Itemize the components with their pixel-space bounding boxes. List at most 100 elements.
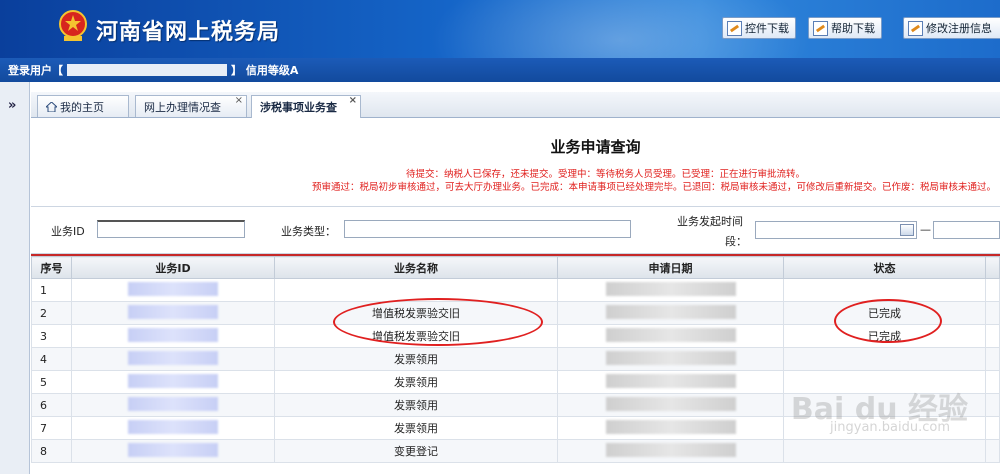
- user-info-bar: 登录用户【 】 信用等级A: [0, 58, 1000, 82]
- col-business-id[interactable]: 业务ID: [71, 256, 275, 279]
- row-business-name[interactable]: 发票领用: [274, 347, 558, 371]
- row-apply-date: [557, 393, 784, 417]
- calendar-icon[interactable]: [900, 224, 914, 236]
- redacted-id: [128, 442, 218, 457]
- row-business-name[interactable]: [274, 278, 558, 302]
- time-range-label: 业务发起时间: [677, 215, 743, 228]
- redacted-id: [128, 327, 218, 342]
- row-apply-date: [557, 347, 784, 371]
- row-extra: [985, 301, 1000, 325]
- row-apply-date: [557, 416, 784, 440]
- row-seq: 6: [31, 393, 72, 417]
- table-row[interactable]: 2 增值税发票验交旧 已完成: [31, 301, 1000, 325]
- redacted-id: [128, 396, 218, 411]
- table-row[interactable]: 1: [31, 278, 1000, 302]
- business-type-label: 业务类型：: [281, 225, 336, 238]
- row-business-name[interactable]: 增值税发票验交旧: [274, 324, 558, 348]
- close-icon[interactable]: ×: [349, 95, 357, 106]
- business-id-input[interactable]: [97, 220, 245, 238]
- tab-online-status[interactable]: 网上办理情况查 ×: [135, 95, 247, 117]
- row-business-name[interactable]: 发票领用: [274, 370, 558, 394]
- redacted-date: [605, 442, 736, 457]
- table-row[interactable]: 3 增值税发票验交旧 已完成: [31, 324, 1000, 348]
- row-status: [783, 347, 986, 371]
- redacted-date: [605, 396, 736, 411]
- row-business-id: [71, 278, 275, 302]
- col-seq[interactable]: 序号: [31, 256, 72, 279]
- login-user-prefix: 登录用户【: [8, 64, 63, 77]
- col-business-name[interactable]: 业务名称: [274, 256, 558, 279]
- table-row[interactable]: 8 变更登记: [31, 439, 1000, 463]
- row-seq: 7: [31, 416, 72, 440]
- row-business-id: [71, 393, 275, 417]
- col-extra: [985, 256, 1000, 279]
- row-seq: 2: [31, 301, 72, 325]
- row-seq: 4: [31, 347, 72, 371]
- redacted-id: [128, 350, 218, 365]
- site-header: 河南省网上税务局 控件下载 帮助下载 修改注册信息: [0, 0, 1000, 58]
- row-business-id: [71, 347, 275, 371]
- redacted-id: [128, 304, 218, 319]
- tab-home[interactable]: 我的主页: [37, 95, 129, 117]
- expand-sidebar-icon[interactable]: »: [8, 98, 16, 113]
- status-legend-line-1: 待提交：纳税人已保存，还未提交。受理中：等待税务人员受理。已受理：正在进行审批流…: [405, 169, 805, 180]
- redacted-id: [128, 281, 218, 296]
- row-apply-date: [557, 370, 784, 394]
- row-business-name[interactable]: 发票领用: [274, 393, 558, 417]
- row-status: [783, 278, 986, 302]
- page-title: 业务申请查询: [550, 138, 641, 156]
- row-apply-date: [557, 324, 784, 348]
- row-extra: [985, 347, 1000, 371]
- end-date-input[interactable]: [933, 221, 1000, 239]
- row-seq: 5: [31, 370, 72, 394]
- col-apply-date[interactable]: 申请日期: [557, 256, 784, 279]
- row-business-id: [71, 416, 275, 440]
- redacted-date: [605, 327, 736, 342]
- search-panel: 业务ID 业务类型： 业务发起时间 段： —: [31, 206, 1000, 254]
- baidu-watermark-url: jingyan.baidu.com: [830, 420, 950, 435]
- row-seq: 1: [31, 278, 72, 302]
- row-seq: 3: [31, 324, 72, 348]
- time-range-label-suffix: 段：: [725, 235, 747, 248]
- date-range-separator: —: [920, 223, 931, 236]
- row-status: 已完成: [783, 324, 986, 348]
- col-status[interactable]: 状态: [783, 256, 986, 279]
- row-apply-date: [557, 278, 784, 302]
- row-extra: [985, 370, 1000, 394]
- row-apply-date: [557, 301, 784, 325]
- status-legend-line-2: 预审通过：税局初步审核通过，可去大厅办理业务。已完成：本申请事项已经处理完毕。已…: [311, 182, 996, 193]
- business-type-input[interactable]: [344, 220, 631, 238]
- tax-emblem-icon: [59, 10, 87, 41]
- redacted-id: [128, 419, 218, 434]
- tab-tax-matters-label: 涉税事项业务查: [260, 101, 337, 114]
- row-business-id: [71, 370, 275, 394]
- row-extra: [985, 324, 1000, 348]
- tab-bar: 我的主页 网上办理情况查 × 涉税事项业务查 ×: [31, 92, 1000, 118]
- table-row[interactable]: 4 发票领用: [31, 347, 1000, 371]
- close-icon[interactable]: ×: [235, 95, 243, 106]
- edit-registration-button[interactable]: 修改注册信息: [903, 17, 1000, 39]
- edit-icon: [908, 20, 923, 36]
- row-status: [783, 439, 986, 463]
- help-download-button[interactable]: 帮助下载: [808, 17, 882, 39]
- help-download-label: 帮助下载: [831, 22, 875, 35]
- row-business-name[interactable]: 发票领用: [274, 416, 558, 440]
- row-seq: 8: [31, 439, 72, 463]
- row-extra: [985, 393, 1000, 417]
- redacted-date: [605, 281, 736, 296]
- row-business-name[interactable]: 变更登记: [274, 439, 558, 463]
- redacted-id: [128, 373, 218, 388]
- redacted-date: [605, 304, 736, 319]
- row-business-id: [71, 324, 275, 348]
- row-extra: [985, 278, 1000, 302]
- row-status: 已完成: [783, 301, 986, 325]
- row-business-id: [71, 301, 275, 325]
- home-icon: [46, 102, 57, 112]
- control-download-button[interactable]: 控件下载: [722, 17, 796, 39]
- help-icon: [813, 20, 828, 36]
- row-business-name[interactable]: 增值税发票验交旧: [274, 301, 558, 325]
- start-date-input[interactable]: [755, 221, 917, 239]
- row-extra: [985, 439, 1000, 463]
- left-collapse-strip: »: [0, 82, 30, 474]
- tab-tax-matters[interactable]: 涉税事项业务查 ×: [251, 95, 361, 118]
